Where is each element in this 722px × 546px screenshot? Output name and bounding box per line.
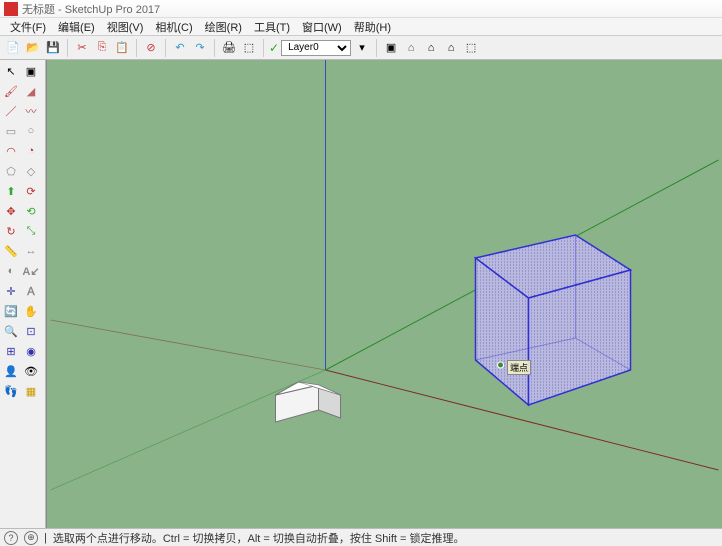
menu-edit[interactable]: 编辑(E): [52, 19, 101, 35]
status-hint: 选取两个点进行移动。Ctrl = 切换拷贝，Alt = 切换自动折叠，按住 Sh…: [53, 530, 465, 546]
status-separator: |: [44, 532, 47, 544]
line-tool[interactable]: ／: [2, 102, 20, 120]
axes-tool[interactable]: ✛: [2, 282, 20, 300]
select-tool[interactable]: ↖: [2, 62, 20, 80]
3d-text-tool[interactable]: Ａ: [22, 282, 40, 300]
share-model-button[interactable]: ⌂: [422, 39, 440, 57]
menu-file[interactable]: 文件(F): [4, 19, 52, 35]
follow-me-tool[interactable]: ↻: [2, 222, 20, 240]
circle-tool[interactable]: ○: [22, 122, 40, 140]
offset-tool[interactable]: ⟳: [22, 182, 40, 200]
toolbar-top: 📄 📂 💾 ✂ ⎘ 📋 ⊘ ↶ ↷ 🖨 ⬚ ✓ Layer0 ▾ ▣ ⌂ ⌂ ⌂…: [0, 36, 722, 60]
layer-manager-button[interactable]: ▾: [353, 39, 371, 57]
separator: [263, 39, 264, 57]
copy-button[interactable]: ⎘: [93, 39, 111, 57]
polygon-tool[interactable]: ⬠: [2, 162, 20, 180]
previous-view-tool[interactable]: ◉: [22, 342, 40, 360]
walk-tool[interactable]: 👣: [2, 382, 20, 400]
menu-window[interactable]: 窗口(W): [296, 19, 348, 35]
menu-camera[interactable]: 相机(C): [149, 19, 198, 35]
layer-select[interactable]: Layer0: [281, 40, 351, 56]
undo-button[interactable]: ↶: [171, 39, 189, 57]
menu-view[interactable]: 视图(V): [101, 19, 150, 35]
print-button[interactable]: 🖨: [220, 39, 238, 57]
separator: [67, 39, 68, 57]
model-info-button[interactable]: ⬚: [240, 39, 258, 57]
cut-button[interactable]: ✂: [73, 39, 91, 57]
extension-manager-button[interactable]: ⬚: [462, 39, 480, 57]
menu-draw[interactable]: 绘图(R): [199, 19, 248, 35]
extension-warehouse-button[interactable]: ⌂: [442, 39, 460, 57]
new-button[interactable]: 📄: [4, 39, 22, 57]
move-tool[interactable]: ✥: [2, 202, 20, 220]
endpoint-marker: [498, 362, 504, 368]
separator: [214, 39, 215, 57]
rotate-tool[interactable]: ⟲: [22, 202, 40, 220]
help-icon[interactable]: ?: [4, 531, 18, 545]
endpoint-tooltip: 端点: [507, 360, 531, 375]
redo-button[interactable]: ↷: [191, 39, 209, 57]
app-icon: [4, 2, 18, 16]
menu-bar: 文件(F) 编辑(E) 视图(V) 相机(C) 绘图(R) 工具(T) 窗口(W…: [0, 18, 722, 36]
zoom-window-tool[interactable]: ⊡: [22, 322, 40, 340]
pan-tool[interactable]: ✋: [22, 302, 40, 320]
paint-tool[interactable]: 🖌: [2, 82, 20, 100]
open-button[interactable]: 📂: [24, 39, 42, 57]
layer-visibility-check-icon: ✓: [269, 41, 279, 55]
save-button[interactable]: 💾: [44, 39, 62, 57]
arc-tool[interactable]: ◠: [2, 142, 20, 160]
position-camera-tool[interactable]: 👤: [2, 362, 20, 380]
rotated-rect-tool[interactable]: ◇: [22, 162, 40, 180]
title-bar: 无标题 - SketchUp Pro 2017: [0, 0, 722, 18]
text-tool[interactable]: A↙: [22, 262, 40, 280]
tape-tool[interactable]: 📏: [2, 242, 20, 260]
separator: [376, 39, 377, 57]
separator: [165, 39, 166, 57]
freehand-tool[interactable]: 〰: [22, 102, 40, 120]
paste-button[interactable]: 📋: [113, 39, 131, 57]
main-area: ↖ ▣ 🖌 ◢ ／ 〰 ▭ ○ ◠ ◔ ⬠ ◇ ⬆ ⟳ ✥ ⟲ ↻ ⤡ 📏 ↔ …: [0, 60, 722, 528]
zoom-extents-tool[interactable]: ⊞: [2, 342, 20, 360]
menu-tools[interactable]: 工具(T): [248, 19, 296, 35]
menu-help[interactable]: 帮助(H): [348, 19, 397, 35]
protractor-tool[interactable]: ◐: [2, 262, 20, 280]
make-component-tool[interactable]: ▣: [22, 62, 40, 80]
scale-tool[interactable]: ⤡: [22, 222, 40, 240]
toolbar-left: ↖ ▣ 🖌 ◢ ／ 〰 ▭ ○ ◠ ◔ ⬠ ◇ ⬆ ⟳ ✥ ⟲ ↻ ⤡ 📏 ↔ …: [0, 60, 46, 528]
warehouse-button[interactable]: ▣: [382, 39, 400, 57]
eraser-tool[interactable]: ◢: [22, 82, 40, 100]
delete-button[interactable]: ⊘: [142, 39, 160, 57]
dimension-tool[interactable]: ↔: [22, 242, 40, 260]
status-bar: ? ⊕ | 选取两个点进行移动。Ctrl = 切换拷贝，Alt = 切换自动折叠…: [0, 528, 722, 546]
separator: [136, 39, 137, 57]
zoom-tool[interactable]: 🔍: [2, 322, 20, 340]
orbit-tool[interactable]: 🔄: [2, 302, 20, 320]
look-around-tool[interactable]: 👁: [22, 362, 40, 380]
viewport[interactable]: 端点: [46, 60, 722, 528]
push-pull-tool[interactable]: ⬆: [2, 182, 20, 200]
geolocation-icon[interactable]: ⊕: [24, 531, 38, 545]
section-plane-tool[interactable]: ▦: [22, 382, 40, 400]
warehouse-3d-button[interactable]: ⌂: [402, 39, 420, 57]
rectangle-tool[interactable]: ▭: [2, 122, 20, 140]
pie-tool[interactable]: ◔: [22, 142, 40, 160]
window-title: 无标题 - SketchUp Pro 2017: [22, 1, 160, 17]
